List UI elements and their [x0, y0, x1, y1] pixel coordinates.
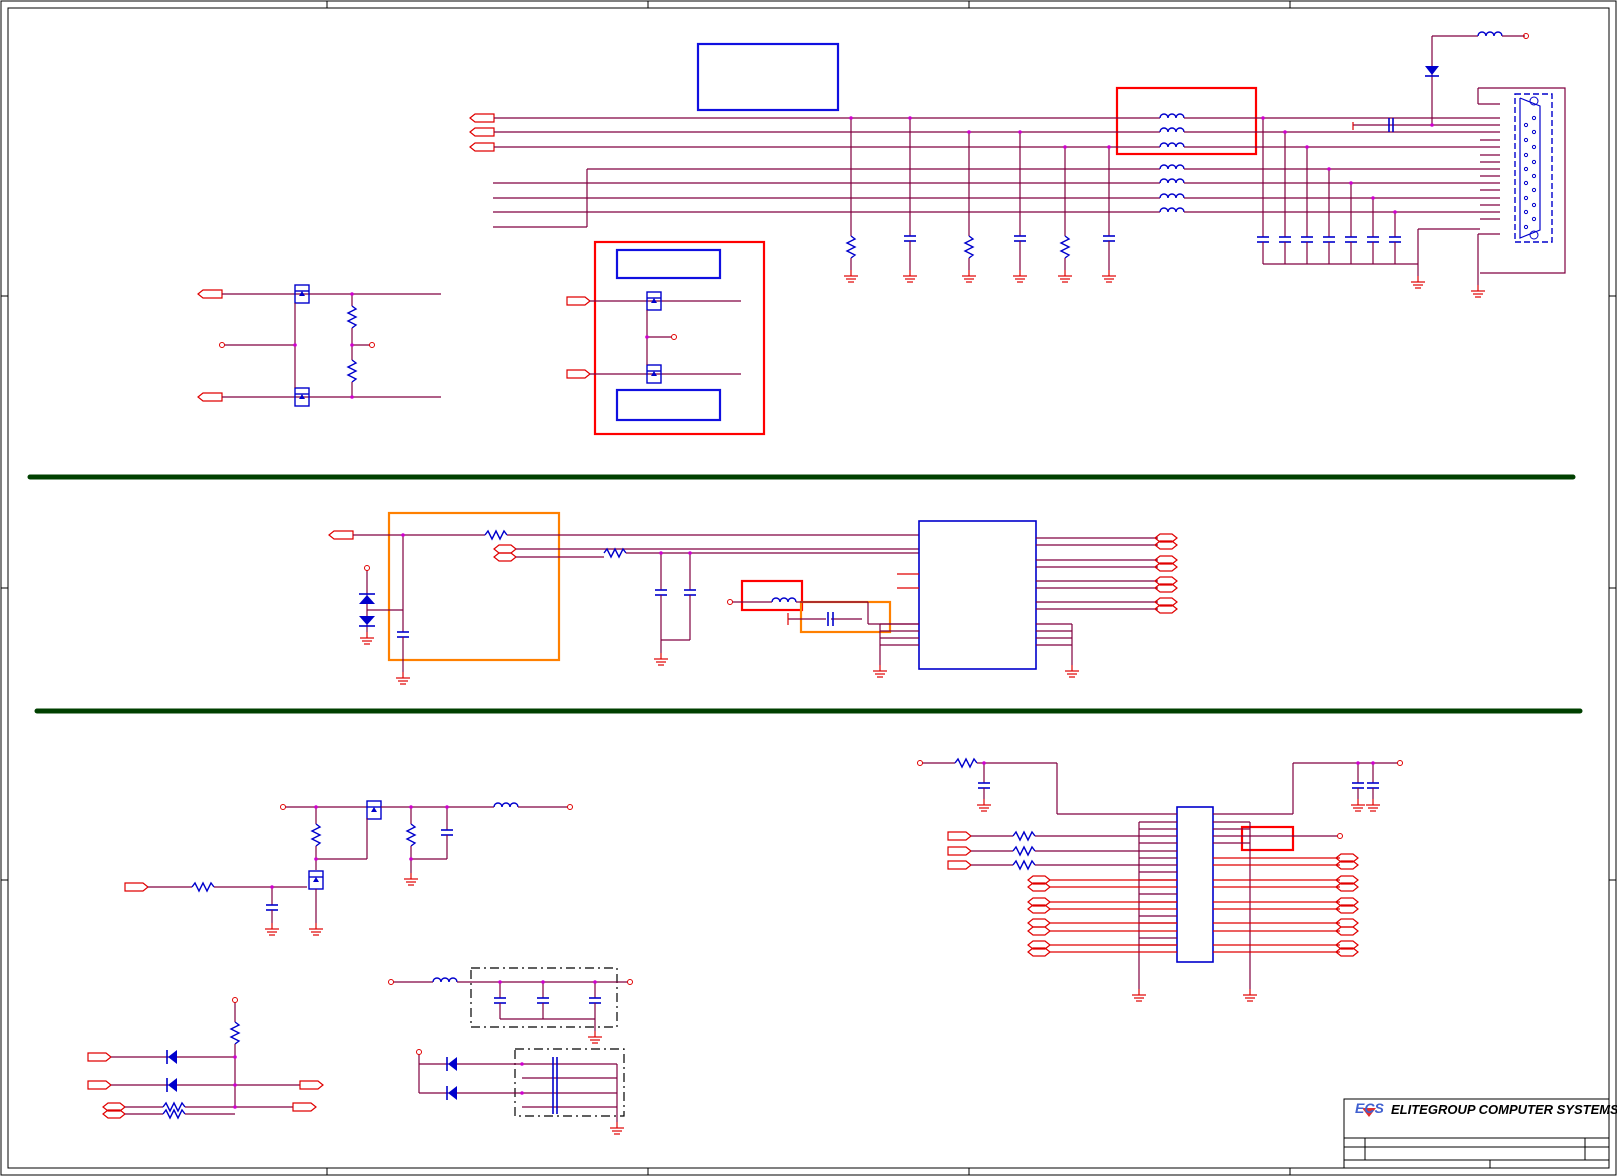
level-shifter-left [197, 284, 441, 407]
title-block: ECS ELITEGROUP COMPUTER SYSTEMS [1343, 1098, 1617, 1169]
ic-bottom-right [917, 758, 1403, 1002]
connector-cap-bank [1256, 116, 1480, 289]
inductor-r [1159, 113, 1185, 119]
vga-connector [1470, 87, 1566, 298]
sheet-border [0, 0, 1617, 1176]
inductor-b [1159, 142, 1185, 148]
note-box-blue-top [696, 42, 840, 112]
level-shifter-ddc [566, 240, 766, 436]
highlight-box-orange-cap [799, 600, 892, 634]
port-green [469, 127, 495, 137]
inductor-g [1159, 127, 1185, 133]
ecs-logo-text: ECS [1355, 1100, 1384, 1116]
port-red [469, 113, 495, 123]
highlight-box-inductor [740, 579, 804, 612]
company-name: ELITEGROUP COMPUTER SYSTEMS [1391, 1102, 1617, 1117]
schematic-sheet: ECS ELITEGROUP COMPUTER SYSTEMS [0, 0, 1617, 1176]
middle-section [328, 511, 1178, 685]
port-blue [469, 142, 495, 152]
ic-middle [872, 520, 1178, 678]
dashed-box-diodes [514, 1048, 625, 1117]
bottom-section [87, 758, 1403, 1135]
highlight-box-filters [1115, 86, 1258, 156]
vga-section [197, 31, 1566, 436]
